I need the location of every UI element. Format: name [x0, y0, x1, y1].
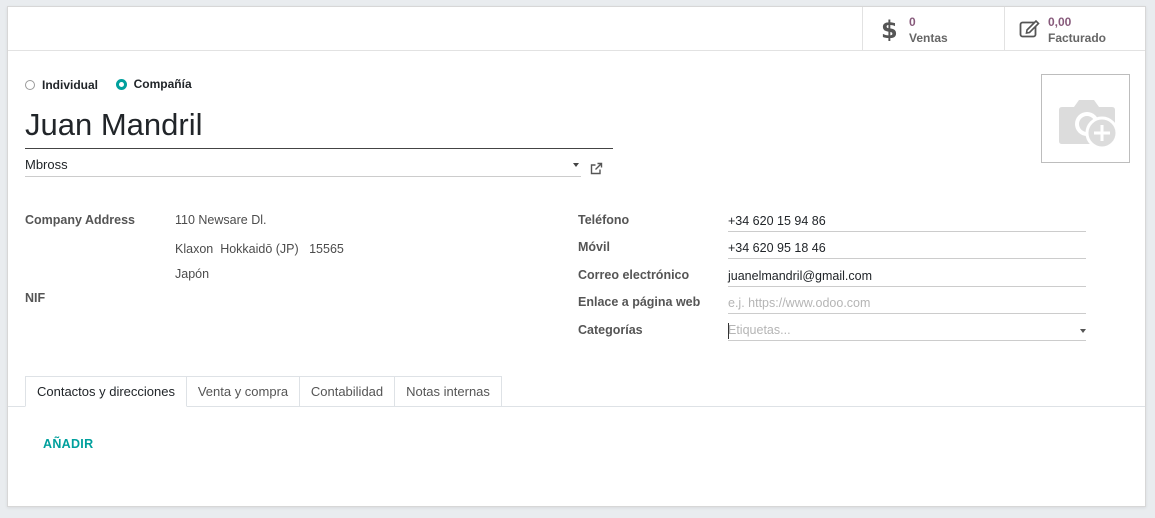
chevron-down-icon[interactable]	[573, 163, 579, 167]
text-cursor	[728, 323, 729, 339]
invoiced-label: Facturado	[1048, 31, 1107, 45]
smart-button-box: $ 0 Ventas 0,00 Facturado	[8, 7, 1145, 51]
vat-label: NIF	[25, 291, 46, 305]
radio-company-label: Compañía	[133, 77, 192, 91]
radio-circle-icon	[25, 79, 35, 90]
email-field[interactable]: juanelmandril@gmail.com	[728, 265, 1086, 287]
invoiced-stat-button[interactable]: 0,00 Facturado	[1004, 7, 1147, 50]
tab-accounting[interactable]: Contabilidad	[299, 376, 395, 407]
external-link-icon[interactable]	[590, 162, 603, 175]
add-contact-button[interactable]: AÑADIR	[43, 437, 93, 451]
address-line-2: Klaxon Hokkaidō (JP) 15565	[175, 242, 344, 256]
zip-field[interactable]: 15565	[309, 242, 344, 256]
city-field[interactable]: Klaxon	[175, 242, 213, 256]
phone-field[interactable]: +34 620 15 94 86	[728, 210, 1086, 232]
mobile-field[interactable]: +34 620 95 18 46	[728, 237, 1086, 259]
tags-label: Categorías	[578, 323, 643, 337]
invoiced-amount: 0,00	[1048, 15, 1072, 29]
camera-add-icon	[1059, 100, 1119, 150]
parent-company-select[interactable]: Mbross	[25, 155, 581, 177]
website-field[interactable]: e.j. https://www.odoo.com	[728, 292, 1086, 314]
dollar-icon: $	[881, 17, 898, 41]
website-label: Enlace a página web	[578, 295, 701, 309]
radio-individual-label: Individual	[42, 77, 99, 92]
tags-field[interactable]: Etiquetas...	[728, 319, 1086, 341]
street-field[interactable]: 110 Newsare Dl.	[175, 213, 266, 227]
email-label: Correo electrónico	[578, 268, 690, 282]
radio-checked-icon	[115, 78, 127, 90]
avatar-upload[interactable]	[1041, 74, 1130, 163]
chevron-down-icon[interactable]	[1080, 329, 1086, 333]
country-field[interactable]: Japón	[175, 267, 209, 281]
tab-contacts[interactable]: Contactos y direcciones	[25, 376, 187, 407]
svg-text:$: $	[881, 17, 898, 41]
radio-company[interactable]: Compañía	[115, 77, 192, 91]
tab-sales-purchase[interactable]: Venta y compra	[186, 376, 300, 407]
edit-icon	[1019, 19, 1040, 38]
company-type-radio-group: Individual Compañía	[25, 77, 206, 93]
address-label: Company Address	[25, 213, 135, 227]
radio-individual[interactable]: Individual	[25, 78, 98, 92]
phone-label: Teléfono	[578, 213, 630, 227]
partner-name-input[interactable]: Juan Mandril	[25, 103, 613, 149]
sales-stat-button[interactable]: $ 0 Ventas	[862, 7, 1004, 50]
mobile-label: Móvil	[578, 240, 610, 254]
state-field[interactable]: Hokkaidō (JP)	[220, 242, 299, 256]
form-sheet: $ 0 Ventas 0,00 Facturado Individual Com…	[7, 6, 1146, 507]
tab-internal-notes[interactable]: Notas internas	[394, 376, 502, 407]
sales-label: Ventas	[909, 31, 948, 45]
sales-count: 0	[909, 15, 916, 29]
